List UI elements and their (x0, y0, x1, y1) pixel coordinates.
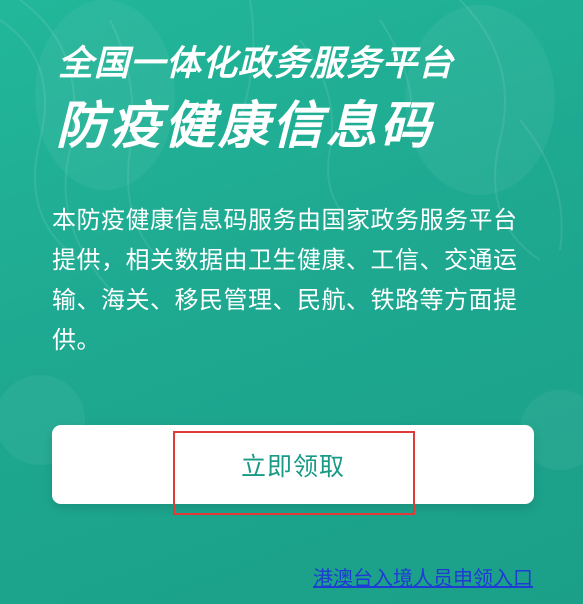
platform-title: 全国一体化政务服务平台 (58, 44, 455, 84)
service-description: 本防疫健康信息码服务由国家政务服务平台提供，相关数据由卫生健康、工信、交通运输、… (52, 206, 518, 354)
hk-macau-taiwan-entry-link[interactable]: 港澳台入境人员申领入口 (313, 562, 533, 591)
claim-now-button[interactable]: 立即领取 (52, 425, 534, 504)
claim-now-label: 立即领取 (240, 451, 345, 481)
health-code-title: 防疫健康信息码 (56, 97, 435, 156)
